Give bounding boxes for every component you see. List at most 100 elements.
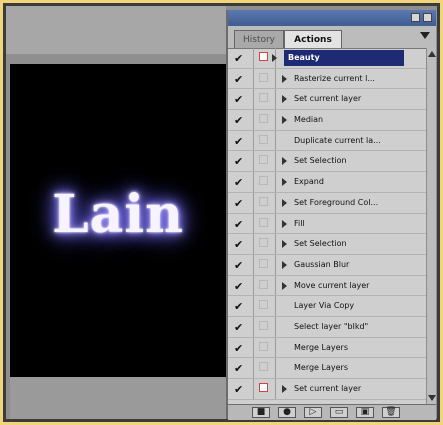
dialog-column[interactable] xyxy=(254,316,276,337)
dialog-column[interactable] xyxy=(254,110,276,130)
expand-arrow-icon[interactable] xyxy=(282,116,287,125)
checkmark-icon[interactable]: ✔ xyxy=(234,52,243,65)
checkmark-icon[interactable]: ✔ xyxy=(234,362,243,375)
expand-arrow-icon[interactable] xyxy=(272,54,277,62)
checkmark-icon[interactable]: ✔ xyxy=(234,342,243,355)
dialog-column[interactable] xyxy=(254,379,276,399)
dialog-column[interactable] xyxy=(254,89,276,110)
checkmark-icon[interactable]: ✔ xyxy=(234,135,243,148)
dialog-column[interactable] xyxy=(254,234,276,254)
dialog-toggle-icon[interactable] xyxy=(259,362,268,372)
minimize-icon[interactable] xyxy=(411,13,420,22)
toggle-column[interactable]: ✔ xyxy=(228,337,254,358)
image-canvas[interactable]: Lain xyxy=(10,64,226,377)
toggle-column[interactable]: ✔ xyxy=(228,130,254,151)
expand-arrow-icon[interactable] xyxy=(282,95,287,104)
action-step-row[interactable]: ✔ Gaussian Blur xyxy=(228,254,426,276)
expand-arrow-icon[interactable] xyxy=(282,219,287,228)
dialog-column[interactable] xyxy=(254,172,276,192)
expand-arrow-icon[interactable] xyxy=(282,385,287,393)
expand-arrow-icon[interactable] xyxy=(282,260,287,269)
dialog-column[interactable] xyxy=(254,151,276,172)
action-set-row[interactable]: ✔ Beauty xyxy=(228,48,426,69)
dialog-toggle-icon[interactable] xyxy=(259,217,268,227)
toggle-column[interactable]: ✔ xyxy=(228,110,254,130)
checkmark-icon[interactable]: ✔ xyxy=(234,321,243,334)
dialog-column[interactable] xyxy=(254,130,276,151)
record-button[interactable]: ● xyxy=(278,407,296,418)
stop-button[interactable]: ■ xyxy=(252,407,270,418)
palette-titlebar[interactable] xyxy=(228,10,436,26)
action-step-row[interactable]: ✔ Select layer "blkd" xyxy=(228,316,426,338)
toggle-column[interactable]: ✔ xyxy=(228,213,254,234)
expand-arrow-icon[interactable] xyxy=(282,74,287,83)
scrollbar[interactable] xyxy=(426,48,436,404)
checkmark-icon[interactable]: ✔ xyxy=(234,197,243,210)
dialog-toggle-icon[interactable] xyxy=(259,196,268,206)
dialog-toggle-icon[interactable] xyxy=(259,114,268,124)
checkmark-icon[interactable]: ✔ xyxy=(234,176,243,189)
action-step-row[interactable]: ✔ Fill xyxy=(228,213,426,235)
dialog-toggle-icon[interactable] xyxy=(259,320,268,330)
dialog-toggle-icon[interactable] xyxy=(259,93,268,103)
checkmark-icon[interactable]: ✔ xyxy=(234,155,243,168)
dialog-toggle-icon[interactable] xyxy=(259,279,268,289)
expand-arrow-icon[interactable] xyxy=(282,240,287,249)
dialog-column[interactable] xyxy=(254,296,276,316)
action-step-row[interactable]: ✔ Merge Layers xyxy=(228,358,426,379)
action-step-row[interactable]: ✔ Set current layer xyxy=(228,379,426,400)
dialog-toggle-icon[interactable] xyxy=(259,72,268,82)
checkmark-icon[interactable]: ✔ xyxy=(234,259,243,272)
dialog-column[interactable] xyxy=(254,192,276,213)
checkmark-icon[interactable]: ✔ xyxy=(234,300,243,313)
new-action-button[interactable]: ▣ xyxy=(356,407,374,418)
checkmark-icon[interactable]: ✔ xyxy=(234,114,243,127)
toggle-column[interactable]: ✔ xyxy=(228,68,254,89)
expand-arrow-icon[interactable] xyxy=(282,281,287,290)
scroll-down-icon[interactable] xyxy=(428,395,436,401)
checkmark-icon[interactable]: ✔ xyxy=(234,238,243,251)
close-icon[interactable] xyxy=(423,13,432,22)
dialog-toggle-icon[interactable] xyxy=(259,52,268,61)
checkmark-icon[interactable]: ✔ xyxy=(234,218,243,231)
dialog-column[interactable] xyxy=(254,358,276,378)
scroll-up-icon[interactable] xyxy=(428,51,436,57)
dialog-column[interactable] xyxy=(254,337,276,358)
dialog-column[interactable] xyxy=(254,254,276,275)
action-step-row[interactable]: ✔ Set Selection xyxy=(228,151,426,173)
expand-arrow-icon[interactable] xyxy=(282,157,287,166)
toggle-column[interactable]: ✔ xyxy=(228,89,254,110)
action-step-row[interactable]: ✔ Merge Layers xyxy=(228,337,426,359)
toggle-column[interactable]: ✔ xyxy=(228,192,254,213)
action-step-row[interactable]: ✔ Set Selection xyxy=(228,234,426,255)
dialog-toggle-icon[interactable] xyxy=(259,300,268,310)
action-step-row[interactable]: ✔ Set current layer xyxy=(228,89,426,111)
delete-button[interactable]: 🗑 xyxy=(382,407,400,418)
action-step-row[interactable]: ✔ Rasterize current l... xyxy=(228,68,426,90)
toggle-column[interactable]: ✔ xyxy=(228,151,254,172)
action-step-row[interactable]: ✔ Layer Via Copy xyxy=(228,296,426,317)
expand-arrow-icon[interactable] xyxy=(282,178,287,187)
dialog-toggle-icon[interactable] xyxy=(259,238,268,248)
tab-history[interactable]: History xyxy=(234,30,284,48)
new-set-button[interactable]: ▭ xyxy=(330,407,348,418)
dialog-toggle-icon[interactable] xyxy=(259,134,268,144)
action-step-row[interactable]: ✔ Expand xyxy=(228,172,426,193)
toggle-column[interactable]: ✔ xyxy=(228,275,254,296)
action-step-row[interactable]: ✔ Median xyxy=(228,110,426,131)
toggle-column[interactable]: ✔ xyxy=(228,254,254,275)
checkmark-icon[interactable]: ✔ xyxy=(234,383,243,396)
dialog-column[interactable] xyxy=(254,275,276,296)
tab-actions[interactable]: Actions xyxy=(284,30,342,48)
dialog-column[interactable] xyxy=(254,213,276,234)
dialog-toggle-icon[interactable] xyxy=(259,155,268,165)
play-button[interactable]: ▷ xyxy=(304,407,322,418)
toggle-column[interactable]: ✔ xyxy=(228,234,254,254)
toggle-column[interactable]: ✔ xyxy=(228,172,254,192)
dialog-toggle-icon[interactable] xyxy=(259,258,268,268)
action-step-row[interactable]: ✔ Set Foreground Col... xyxy=(228,192,426,214)
expand-arrow-icon[interactable] xyxy=(282,198,287,207)
dialog-column[interactable] xyxy=(254,68,276,89)
toggle-column[interactable]: ✔ xyxy=(228,379,254,399)
action-step-row[interactable]: ✔ Duplicate current la... xyxy=(228,130,426,152)
